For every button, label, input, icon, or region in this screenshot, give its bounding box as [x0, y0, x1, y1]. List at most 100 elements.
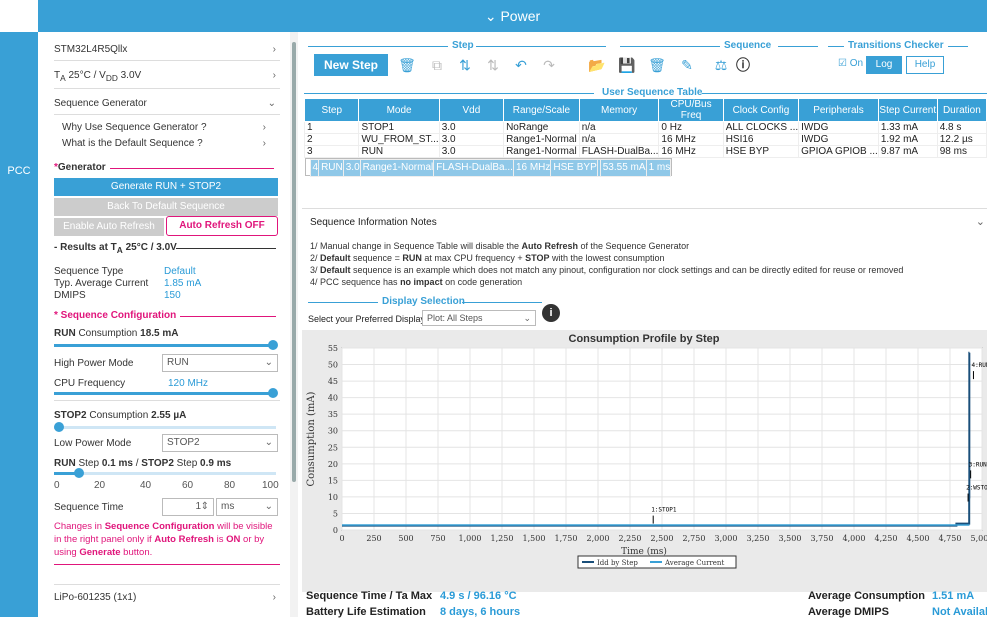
tick: 100	[262, 480, 279, 491]
annotation-label: 4:RUN	[971, 362, 987, 369]
notes-body: 1/ Manual change in Sequence Table will …	[310, 240, 903, 288]
new-step-button[interactable]: New Step	[314, 54, 388, 76]
slider-knob[interactable]	[54, 422, 64, 432]
what-link[interactable]: What is the Default Sequence ? ›	[62, 138, 272, 149]
duplicate-icon[interactable]: ⧉	[428, 56, 446, 74]
col-header[interactable]: Vdd	[438, 98, 505, 122]
col-header[interactable]: CPU/Bus Freq	[658, 98, 724, 122]
help-button[interactable]: Help	[906, 56, 944, 74]
mcu-selector[interactable]: STM32L4R5Qllx ›	[54, 44, 282, 55]
why-label: Why Use Sequence Generator ?	[62, 122, 207, 133]
y-tick-label: 5	[333, 509, 338, 518]
move-up-icon[interactable]: ⇅	[456, 56, 474, 74]
avg-value: 1.85 mA	[164, 278, 202, 289]
table-row[interactable]: 3 RUN 3.0 Range1-Normal FLASH-DualBa... 16 MH…	[303, 145, 987, 158]
run-slider[interactable]	[54, 340, 278, 350]
pcc-tab[interactable]: PCC	[0, 160, 38, 182]
move-down-icon[interactable]: ⇅	[484, 56, 502, 74]
info-icon[interactable]: i	[542, 304, 560, 322]
divider	[54, 400, 280, 401]
cell: 53.55 mA	[599, 159, 647, 177]
chevron-right-icon: ›	[272, 70, 276, 81]
slider-knob[interactable]	[74, 468, 84, 478]
results-title: - Results at TA 25°C / 3.0V	[54, 242, 282, 255]
enable-auto-refresh-button[interactable]: Enable Auto Refresh	[54, 218, 164, 236]
col-header[interactable]: Range/Scale	[503, 98, 580, 122]
power-header[interactable]: ⌄ Power	[38, 0, 987, 32]
time-unit-select[interactable]: ms ⌄	[216, 498, 278, 516]
why-link[interactable]: Why Use Sequence Generator ? ›	[62, 122, 272, 133]
transitions-checker-label: Transitions Checker	[848, 40, 944, 51]
left-panel: STM32L4R5Qllx › TA 25°C / VDD 3.0V › Seque…	[48, 32, 290, 617]
chart-svg: Consumption Profile by Step 0 5 10 15 20 25 30 3…	[306, 333, 987, 569]
col-header[interactable]: Clock Config	[722, 98, 800, 122]
scrollbar[interactable]	[292, 42, 296, 482]
low-power-mode-select[interactable]: STOP2 ⌄	[162, 434, 278, 452]
divider	[778, 46, 818, 47]
cpu-value: 120 MHz	[168, 378, 209, 389]
divider	[54, 584, 280, 585]
battery-selector[interactable]: LiPo-601235 (1x1) ›	[54, 592, 282, 603]
cell: IWDG	[798, 121, 879, 134]
slider-knob[interactable]	[268, 388, 278, 398]
note-bold: Generate	[79, 547, 121, 558]
col-header[interactable]: Duration	[936, 98, 987, 122]
note-part: 1/ Manual change in Sequence Table will …	[310, 241, 522, 251]
compare-icon[interactable]: ⚖	[712, 56, 730, 74]
y-tick-label: 15	[328, 476, 338, 485]
col-header[interactable]: Memory	[578, 98, 660, 122]
col-header[interactable]: Mode	[358, 98, 440, 122]
step-slider[interactable]	[54, 468, 276, 478]
divider	[54, 60, 280, 61]
trash-icon[interactable]: 🗑	[398, 56, 416, 74]
stop2-slider[interactable]	[54, 422, 276, 432]
folder-open-icon[interactable]: 📂	[588, 56, 606, 74]
auto-refresh-off-toggle[interactable]: Auto Refresh OFF	[166, 216, 278, 236]
generate-button[interactable]: Generate RUN + STOP2	[54, 178, 278, 196]
on-label: On	[849, 58, 864, 69]
divider	[54, 88, 280, 89]
notes-header[interactable]: Sequence Information Notes ⌄	[302, 208, 987, 234]
x-tick-label: 2,500	[651, 534, 674, 543]
col-header[interactable]: Peripherals	[798, 98, 879, 122]
y-tick-label: 25	[328, 443, 338, 452]
info-icon[interactable]: ⓘ	[734, 56, 752, 74]
trash-icon[interactable]: 🗑	[648, 56, 666, 74]
col-header[interactable]: Step	[303, 98, 360, 122]
edit-icon[interactable]: ✎	[678, 56, 696, 74]
cell: RUN	[318, 159, 344, 177]
y-tick-label: 10	[328, 493, 338, 502]
on-checkbox[interactable]: ☑ On	[838, 58, 863, 69]
back-to-default-button[interactable]: Back To Default Sequence	[54, 198, 278, 216]
sequence-generator-toggle[interactable]: Sequence Generator ⌄	[54, 98, 282, 109]
divider	[828, 46, 844, 47]
x-tick-label: 1,000	[459, 534, 482, 543]
note-part: sequence =	[350, 253, 403, 263]
chevron-right-icon: ›	[272, 44, 276, 55]
battery-label: LiPo-601235 (1x1)	[54, 592, 137, 603]
high-power-mode-select[interactable]: RUN ⌄	[162, 354, 278, 372]
save-icon[interactable]: 💾	[618, 56, 636, 74]
stepper-icon[interactable]: ⇕	[201, 499, 209, 515]
table-row[interactable]: 1 STOP1 3.0 NoRange n/a 0 Hz ALL CLOCKS ... IWD…	[303, 121, 987, 134]
panel-splitter[interactable]	[290, 32, 298, 617]
y-tick-label: 45	[328, 377, 338, 386]
display-select[interactable]: Plot: All Steps ⌄	[422, 310, 536, 326]
avg-dmips-value: Not Availab	[932, 606, 987, 618]
col-header[interactable]: Step Current	[877, 98, 938, 122]
log-button[interactable]: Log	[866, 56, 902, 74]
sequence-time-input[interactable]: 1 ⇕	[162, 498, 214, 516]
conditions-selector[interactable]: TA 25°C / VDD 3.0V ›	[54, 70, 282, 83]
annotation-label: 2:WSTOP	[966, 485, 987, 492]
undo-icon[interactable]: ↶	[512, 56, 530, 74]
slider-knob[interactable]	[268, 340, 278, 350]
what-label: What is the Default Sequence ?	[62, 138, 203, 149]
redo-icon[interactable]: ↷	[540, 56, 558, 74]
table-row[interactable]: 2 WU_FROM_ST... 3.0 Range1-Normal n/a 16 MHz H…	[303, 133, 987, 146]
cond-rest: 25°C / V	[65, 70, 106, 81]
x-tick-label: 1,250	[491, 534, 514, 543]
cell: 3.0	[438, 133, 505, 146]
cell: 2	[303, 133, 360, 146]
table-row-selected[interactable]: 4 RUN 3.0 Range1-Normal FLASH-DualBa... 16 MH…	[304, 158, 673, 177]
cpu-slider[interactable]	[54, 388, 278, 398]
